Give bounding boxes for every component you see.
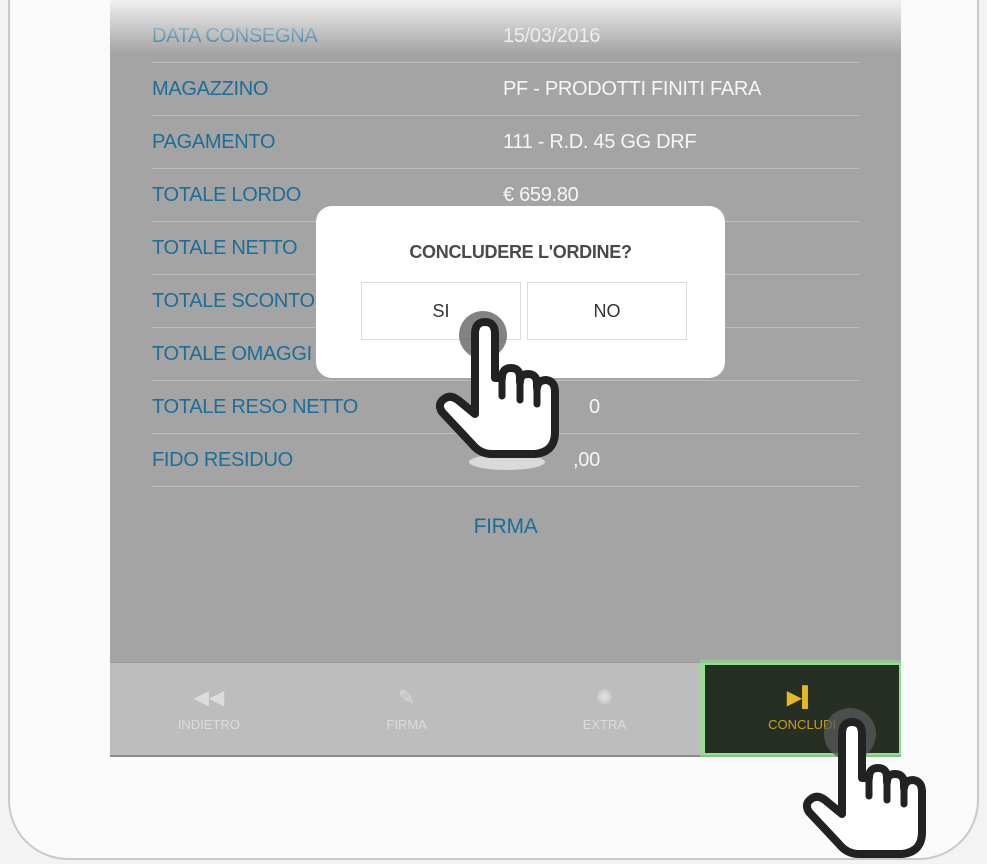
row-label: DATA CONSEGNA	[152, 24, 318, 47]
row-label: TOTALE LORDO	[152, 183, 302, 206]
dialog-title: CONCLUDERE L'ORDINE?	[409, 242, 632, 262]
row-label: PAGAMENTO	[152, 130, 276, 153]
indietro-label: INDIETRO	[177, 716, 240, 732]
summary-row-pagamento: PAGAMENTO 111 - R.D. 45 GG DRF	[152, 116, 859, 169]
indietro-button[interactable]: ◀◀ INDIETRO	[110, 663, 308, 755]
firma-link[interactable]: FIRMA	[110, 515, 901, 539]
extra-label: EXTRA	[582, 716, 627, 732]
row-label: MAGAZZINO	[152, 77, 269, 100]
pencil-icon: ✎	[398, 686, 415, 709]
firma-button[interactable]: ✎ FIRMA	[308, 663, 506, 755]
row-value: 111 - R.D. 45 GG DRF	[503, 130, 697, 153]
firma-label: FIRMA	[386, 716, 427, 732]
bottom-toolbar: ◀◀ INDIETRO ✎ FIRMA ✺ EXTRA ▶▍ CONCLUDI	[110, 660, 901, 757]
hand-pointer-icon	[435, 311, 559, 470]
extra-button[interactable]: ✺ EXTRA	[506, 663, 704, 755]
rewind-icon: ◀◀	[193, 686, 225, 709]
skip-end-icon: ▶▍	[786, 686, 818, 709]
row-value: 15/03/2016	[503, 24, 601, 47]
summary-row-data-consegna: DATA CONSEGNA 15/03/2016	[152, 10, 859, 63]
row-value: € 659.80	[503, 183, 579, 206]
row-value: PF - PRODOTTI FINITI FARA	[503, 77, 762, 100]
lightbulb-icon: ✺	[595, 686, 613, 709]
summary-row-magazzino: MAGAZZINO PF - PRODOTTI FINITI FARA	[152, 63, 859, 116]
hand-pointer-icon	[802, 708, 926, 858]
